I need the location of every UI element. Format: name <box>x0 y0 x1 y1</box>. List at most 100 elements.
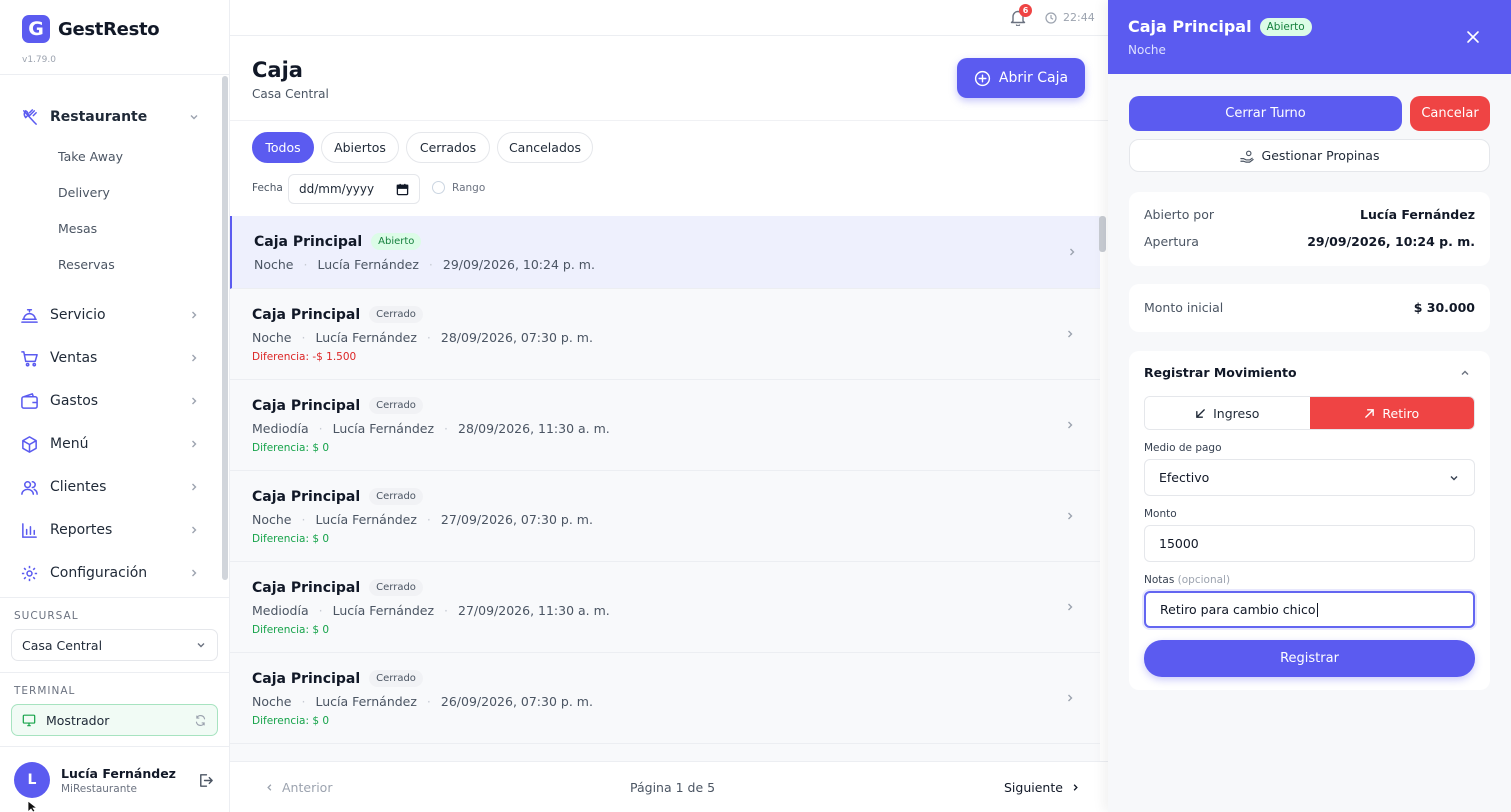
panel-subtitle: Noche <box>1128 43 1166 57</box>
row-title-text: Caja Principal <box>252 579 361 596</box>
notes-label-text: Notas <box>1144 574 1175 586</box>
open-register-button[interactable]: Abrir Caja <box>957 58 1085 98</box>
manage-tips-button[interactable]: Gestionar Propinas <box>1129 139 1490 172</box>
payment-method-value: Efectivo <box>1159 470 1210 485</box>
ingreso-button[interactable]: Ingreso <box>1145 397 1310 429</box>
avatar[interactable]: L <box>14 762 50 798</box>
sidebar-subitem-delivery[interactable]: Delivery <box>58 185 110 200</box>
status-badge: Cerrado <box>369 670 423 687</box>
register-row[interactable] <box>230 744 1100 761</box>
sidebar-divider <box>0 672 229 673</box>
row-date: 29/09/2026, 10:24 p. m. <box>442 257 595 272</box>
arrow-up-right-icon <box>1365 408 1375 418</box>
sidebar-item-configuracion[interactable]: Configuración <box>20 560 200 586</box>
register-row[interactable]: Caja Principal Cerrado Noche · Lucía Fern… <box>230 289 1100 380</box>
text-caret <box>1316 602 1318 617</box>
utensils-icon <box>20 108 39 127</box>
terminal-select[interactable]: Mostrador <box>11 704 218 736</box>
row-title: Caja Principal Cerrado <box>252 306 423 323</box>
notes-value: Retiro para cambio chico <box>1160 602 1316 617</box>
row-title-text: Caja Principal <box>252 397 361 414</box>
notes-input[interactable]: Retiro para cambio chico <box>1144 591 1475 628</box>
movement-type-toggle: Ingreso Retiro <box>1144 396 1475 430</box>
brand[interactable]: G GestResto <box>22 15 160 43</box>
header-divider <box>230 120 1108 121</box>
range-toggle[interactable]: Rango <box>432 181 485 194</box>
register-movement-button[interactable]: Registrar <box>1144 640 1475 677</box>
opened-by-value: Lucía Fernández <box>1360 207 1475 222</box>
filter-abiertos[interactable]: Abiertos <box>321 132 399 163</box>
chevron-right-icon <box>1070 248 1075 256</box>
filter-cancelados[interactable]: Cancelados <box>497 132 593 163</box>
opened-by-row: Abierto por Lucía Fernández <box>1144 207 1475 222</box>
opening-row: Apertura 29/09/2026, 10:24 p. m. <box>1144 234 1475 249</box>
chevron-down-icon <box>1450 475 1458 480</box>
sidebar-item-menu[interactable]: Menú <box>20 431 200 457</box>
sidebar-item-gastos[interactable]: Gastos <box>20 388 200 414</box>
row-meta: Mediodía · Lucía Fernández · 27/09/2026, 1… <box>252 603 610 618</box>
filter-cerrados[interactable]: Cerrados <box>406 132 490 163</box>
monitor-icon <box>22 714 36 727</box>
sidebar-item-ventas[interactable]: Ventas <box>20 345 200 371</box>
row-shift: Mediodía <box>252 603 309 618</box>
sidebar-scrollbar[interactable] <box>222 76 228 580</box>
sidebar-item-clientes[interactable]: Clientes <box>20 474 200 500</box>
notes-label: Notas (opcional) <box>1144 574 1230 586</box>
date-input[interactable]: dd/mm/yyyy <box>288 174 420 204</box>
register-row[interactable]: Caja Principal Cerrado Mediodía · Lucía F… <box>230 562 1100 653</box>
retiro-label: Retiro <box>1382 405 1420 421</box>
status-badge: Cerrado <box>369 579 423 596</box>
close-icon[interactable] <box>1466 30 1480 44</box>
sidebar-item-servicio[interactable]: Servicio <box>20 302 200 328</box>
amount-input[interactable]: 15000 <box>1144 525 1475 562</box>
register-row[interactable]: Caja Principal Cerrado Noche · Lucía Fern… <box>230 653 1100 744</box>
row-difference: Diferencia: $ 0 <box>252 533 330 545</box>
sidebar-item-label: Reportes <box>50 522 113 538</box>
sidebar-item-restaurante[interactable]: Restaurante <box>20 104 200 130</box>
date-label: Fecha <box>252 182 283 194</box>
sidebar-item-label: Menú <box>50 436 89 452</box>
calendar-icon[interactable] <box>396 183 409 196</box>
filter-todos[interactable]: Todos <box>252 132 314 163</box>
sucursal-select[interactable]: Casa Central <box>11 629 218 661</box>
range-radio[interactable] <box>432 181 445 194</box>
separator-dot: · <box>301 330 306 345</box>
sidebar-item-label: Servicio <box>50 307 106 323</box>
opening-value: 29/09/2026, 10:24 p. m. <box>1307 234 1475 249</box>
separator-dot: · <box>426 694 431 709</box>
separator-dot: · <box>444 421 449 436</box>
sidebar: G GestResto v1.79.0 Restaurante Take Awa… <box>0 0 230 812</box>
prev-page-button[interactable]: Anterior <box>264 780 332 795</box>
row-title: Caja Principal Cerrado <box>252 670 423 687</box>
register-row[interactable]: Caja Principal Cerrado Mediodía · Lucía F… <box>230 380 1100 471</box>
row-meta: Mediodía · Lucía Fernández · 28/09/2026, 1… <box>252 421 610 436</box>
sidebar-subitem-reservas[interactable]: Reservas <box>58 257 115 272</box>
list-scrollbar[interactable] <box>1099 216 1106 252</box>
gear-icon <box>20 564 39 583</box>
cancel-button[interactable]: Cancelar <box>1410 96 1490 131</box>
sidebar-subitem-take-away[interactable]: Take Away <box>58 149 123 164</box>
tips-icon <box>1239 150 1254 163</box>
chevron-up-icon[interactable] <box>1459 367 1471 379</box>
row-date: 26/09/2026, 07:30 p. m. <box>440 694 593 709</box>
payment-method-select[interactable]: Efectivo <box>1144 459 1475 496</box>
next-page-button[interactable]: Siguiente <box>1004 780 1081 795</box>
row-title-text: Caja Principal <box>252 488 361 505</box>
status-badge: Cerrado <box>369 306 423 323</box>
sidebar-item-label: Restaurante <box>50 109 148 125</box>
logout-icon[interactable] <box>197 772 214 789</box>
sidebar-subitem-mesas[interactable]: Mesas <box>58 221 97 236</box>
open-register-label: Abrir Caja <box>998 70 1069 86</box>
row-title: Caja Principal Cerrado <box>252 579 423 596</box>
close-shift-button[interactable]: Cerrar Turno <box>1129 96 1402 131</box>
sidebar-item-reportes[interactable]: Reportes <box>20 517 200 543</box>
retiro-button[interactable]: Retiro <box>1309 397 1474 429</box>
register-row[interactable]: Caja Principal Cerrado Noche · Lucía Fern… <box>230 471 1100 562</box>
refresh-icon[interactable] <box>194 714 207 727</box>
row-title: Caja Principal Cerrado <box>252 488 423 505</box>
plus-circle-icon <box>974 70 991 86</box>
movement-title[interactable]: Registrar Movimiento <box>1144 365 1297 380</box>
chart-icon <box>20 521 39 540</box>
register-row[interactable]: Caja Principal Abierto Noche · Lucía Fern… <box>230 216 1100 289</box>
wallet-icon <box>20 392 39 411</box>
